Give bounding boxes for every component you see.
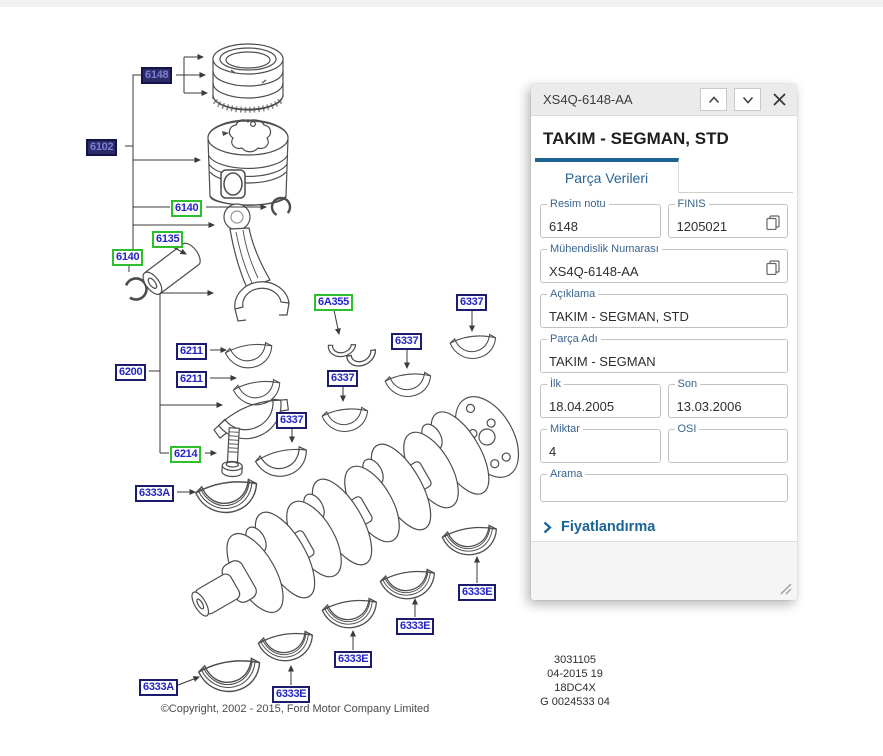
field-label: Açıklama: [547, 288, 598, 300]
copy-icon: [766, 260, 780, 275]
chevron-up-icon: [708, 96, 720, 104]
field-parca-adi[interactable]: Parça Adı TAKIM - SEGMAN: [540, 339, 788, 373]
field-value: 4: [549, 444, 556, 459]
main-bearing-shell: [321, 405, 370, 435]
part-callout-6337[interactable]: 6337: [276, 412, 307, 429]
field-label: OSI: [675, 423, 700, 435]
copy-icon: [766, 215, 780, 230]
part-callout-6337[interactable]: 6337: [391, 333, 422, 350]
field-value: TAKIM - SEGMAN: [549, 354, 656, 369]
field-value: 13.03.2006: [677, 399, 742, 414]
field-label: Parça Adı: [547, 333, 601, 345]
rod-bearing-shell: [225, 340, 276, 373]
main-bearing-shell: [254, 443, 311, 482]
close-panel-button[interactable]: [770, 90, 789, 109]
field-arama[interactable]: Arama: [540, 474, 788, 502]
field-finis[interactable]: FINIS 1205021: [668, 204, 789, 238]
field-value: TAKIM - SEGMAN, STD: [549, 309, 689, 324]
field-value: 6148: [549, 219, 578, 234]
tab-bar: Parça Verileri: [535, 158, 793, 193]
part-title: TAKIM - SEGMAN, STD: [543, 129, 785, 149]
part-callout-6200[interactable]: 6200: [115, 364, 146, 381]
copy-button[interactable]: [766, 260, 780, 275]
chevron-down-icon: [742, 96, 754, 104]
part-callout-6337[interactable]: 6337: [456, 294, 487, 311]
field-label: Arama: [547, 468, 585, 480]
part-callout-6140[interactable]: 6140: [112, 249, 143, 266]
parts-catalog-screen: 6148 6102 6140 6135 6140 6A355 6337 6211 6337 620…: [0, 0, 883, 756]
field-value: XS4Q-6148-AA: [549, 264, 639, 279]
plate-line: G 0024533 04: [505, 695, 645, 709]
lower-main-shell: [257, 628, 316, 666]
field-resim-notu[interactable]: Resim notu 6148: [540, 204, 661, 238]
connecting-rod: [224, 204, 289, 321]
field-value: 18.04.2005: [549, 399, 614, 414]
resize-grip[interactable]: [779, 582, 793, 596]
field-miktar[interactable]: Miktar 4: [540, 429, 661, 463]
tab-parca-verileri[interactable]: Parça Verileri: [535, 158, 679, 193]
tab-bar-filler: [679, 158, 793, 193]
main-bearing-shell: [384, 370, 433, 400]
lower-main-shell: [195, 476, 261, 519]
close-icon: [772, 92, 787, 107]
pricing-label: Fiyatlandırma: [561, 519, 655, 535]
field-son[interactable]: Son 13.03.2006: [668, 384, 789, 418]
field-label: Resim notu: [547, 198, 609, 210]
part-detail-panel: XS4Q-6148-AA TAKIM - SEGMAN, STD Parça V…: [531, 84, 797, 600]
part-callout-6102[interactable]: 6102: [86, 139, 117, 156]
part-callout-6333A[interactable]: 6333A: [139, 679, 178, 696]
part-callout-6333E[interactable]: 6333E: [272, 686, 310, 703]
part-callout-6333E[interactable]: 6333E: [396, 618, 434, 635]
previous-part-button[interactable]: [700, 88, 727, 111]
panel-footer: [531, 541, 797, 600]
piston-pin: [139, 240, 203, 297]
resize-grip-icon: [779, 582, 793, 596]
part-callout-6140[interactable]: 6140: [171, 200, 202, 217]
part-callout-6333A[interactable]: 6333A: [135, 485, 174, 502]
thrust-washer: [328, 337, 358, 360]
part-fields: Resim notu 6148 FINIS 1205021 Mü: [531, 204, 797, 502]
part-callout-6337[interactable]: 6337: [327, 370, 358, 387]
plate-line: 3031105: [505, 653, 645, 667]
copyright-text: ©Copyright, 2002 - 2015, Ford Motor Comp…: [30, 703, 560, 715]
lower-main-shell: [321, 595, 380, 633]
panel-title-bar[interactable]: XS4Q-6148-AA: [531, 84, 797, 116]
field-label: Son: [675, 378, 701, 390]
part-callout-6333E[interactable]: 6333E: [458, 584, 496, 601]
main-bearing-shell: [449, 332, 498, 362]
field-label: Mühendislik Numarası: [547, 243, 662, 255]
part-callout-6A355[interactable]: 6A355: [314, 294, 353, 311]
field-ilk[interactable]: İlk 18.04.2005: [540, 384, 661, 418]
lower-main-shell: [379, 566, 438, 604]
plate-line: 18DC4X: [505, 681, 645, 695]
part-callout-6211[interactable]: 6211: [176, 371, 207, 388]
lower-main-shell: [198, 655, 264, 698]
field-aciklama[interactable]: Açıklama TAKIM - SEGMAN, STD: [540, 294, 788, 328]
copy-button[interactable]: [766, 215, 780, 230]
lower-main-shell: [441, 522, 500, 560]
panel-part-number: XS4Q-6148-AA: [543, 92, 693, 107]
next-part-button[interactable]: [734, 88, 761, 111]
field-value: 1205021: [677, 219, 728, 234]
part-callout-6148[interactable]: 6148: [141, 67, 172, 84]
part-callout-6135[interactable]: 6135: [152, 231, 183, 248]
pricing-expander[interactable]: Fiyatlandırma: [543, 519, 785, 535]
field-osi[interactable]: OSI: [668, 429, 789, 463]
piston: [208, 120, 288, 205]
chevron-right-icon: [543, 521, 552, 534]
drawing-plate-info: 303110504-2015 1918DC4XG 0024533 04: [505, 653, 645, 709]
field-muhendislik-numarasi[interactable]: Mühendislik Numarası XS4Q-6148-AA: [540, 249, 788, 283]
part-callout-6333E[interactable]: 6333E: [334, 651, 372, 668]
plate-line: 04-2015 19: [505, 667, 645, 681]
field-label: Miktar: [547, 423, 583, 435]
field-label: İlk: [547, 378, 564, 390]
piston-ring-set: [213, 44, 283, 110]
exploded-parts-diagram: [0, 0, 530, 730]
part-callout-6211[interactable]: 6211: [176, 343, 207, 360]
field-label: FINIS: [675, 198, 709, 210]
part-callout-6214[interactable]: 6214: [170, 446, 201, 463]
